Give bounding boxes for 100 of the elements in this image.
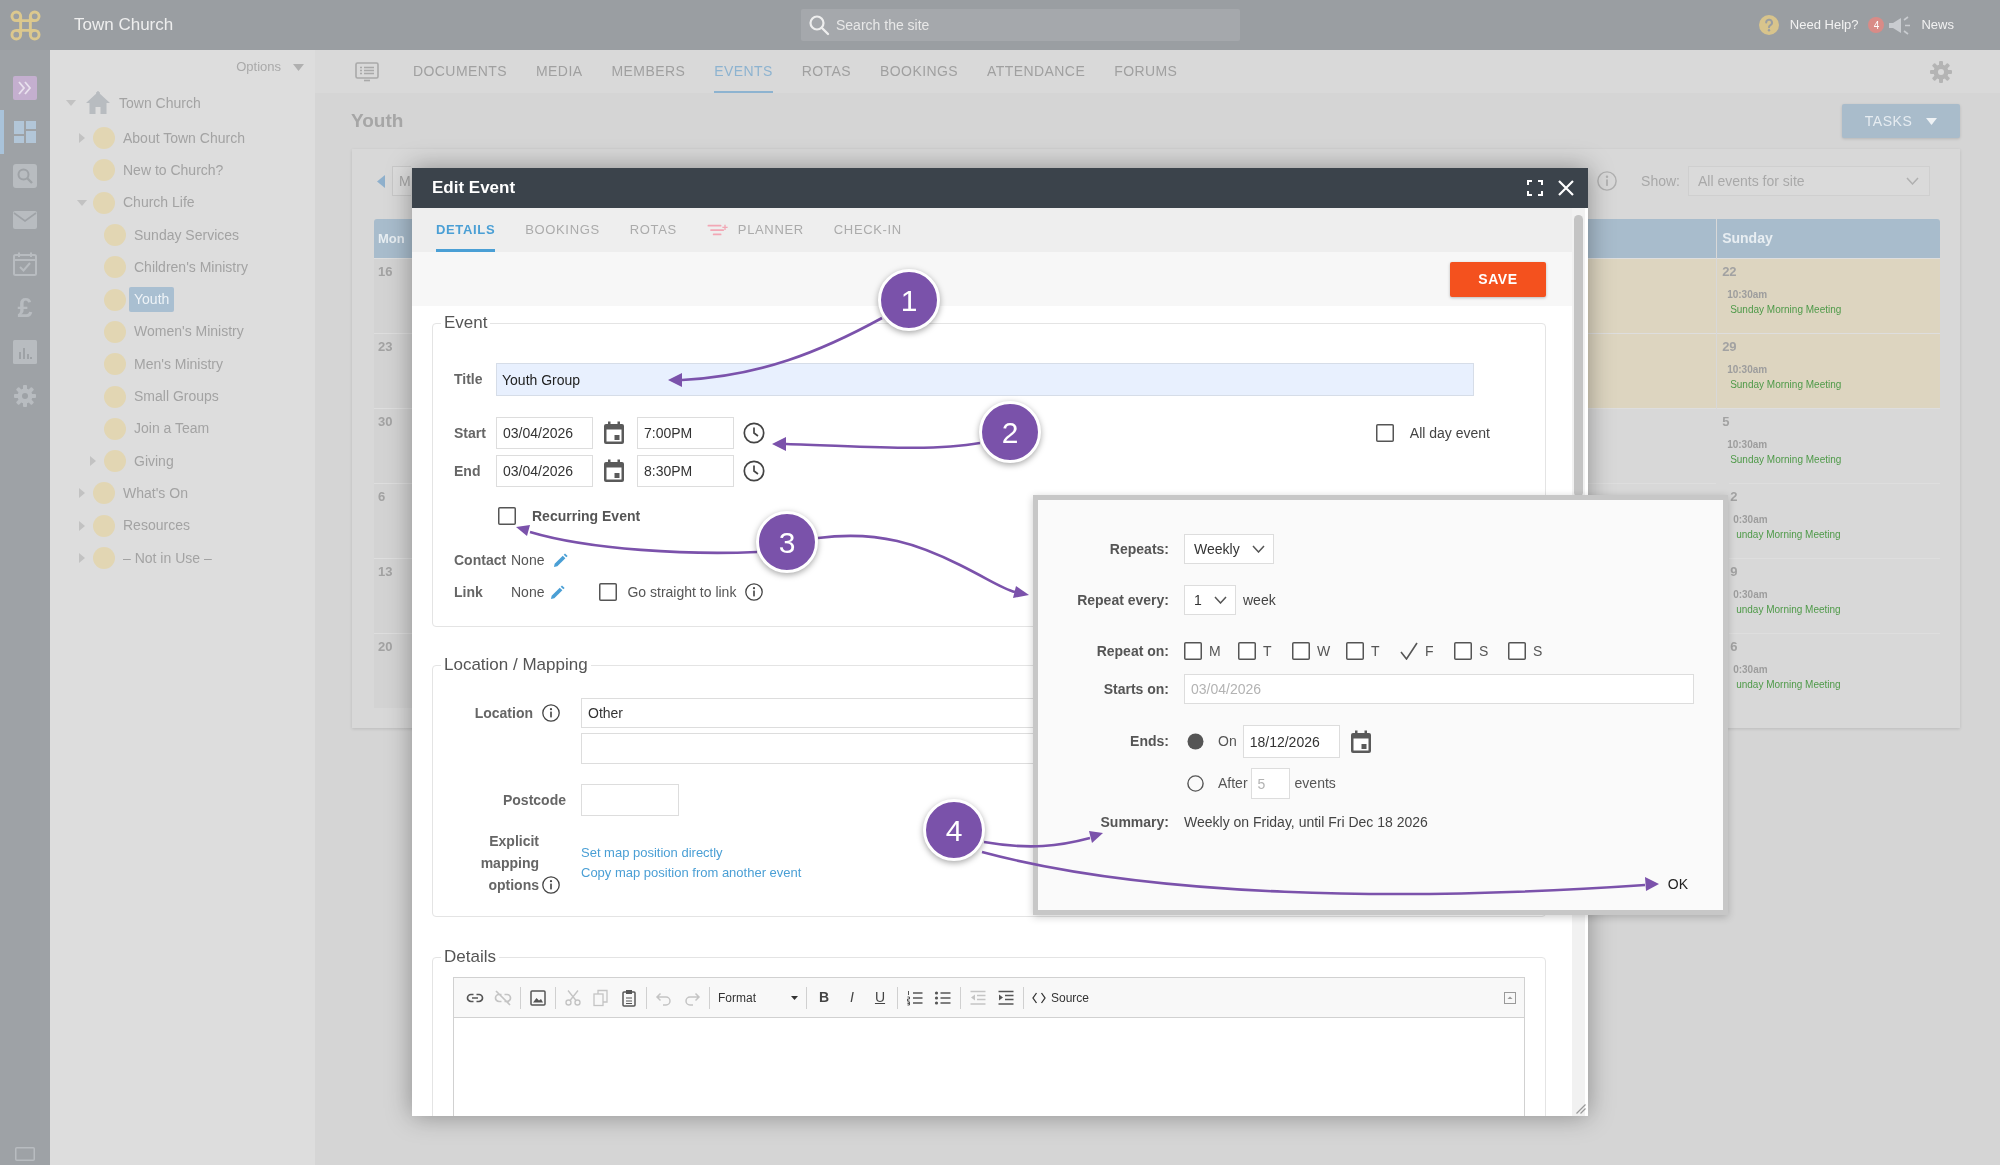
paste-icon[interactable] bbox=[620, 988, 638, 1007]
tree-item[interactable]: – Not in Use – bbox=[123, 547, 212, 569]
location-field[interactable]: Other bbox=[581, 698, 1034, 728]
interval-dropdown[interactable]: 1 bbox=[1184, 585, 1236, 615]
tab[interactable]: CHECK-IN bbox=[833, 208, 902, 252]
panel-icon[interactable] bbox=[15, 1147, 35, 1161]
pencil-icon[interactable] bbox=[550, 584, 566, 600]
event-title[interactable]: Sunday Morning Meeting bbox=[1730, 453, 1842, 467]
tree-item[interactable]: Join a Team bbox=[134, 418, 210, 440]
clock-icon[interactable] bbox=[743, 460, 765, 482]
tree-item[interactable]: Small Groups bbox=[134, 386, 219, 407]
tree-item[interactable]: Resources bbox=[123, 515, 190, 537]
indent-icon[interactable] bbox=[997, 988, 1015, 1007]
nav-tab[interactable]: EVENTS bbox=[714, 50, 773, 93]
event-title[interactable]: unday Morning Meeting bbox=[1736, 528, 1841, 542]
day-number: 22 bbox=[1722, 263, 1737, 281]
nav-tab[interactable]: FORUMS bbox=[1114, 50, 1178, 93]
checkbox[interactable] bbox=[1346, 642, 1364, 660]
event-title[interactable]: Sunday Morning Meeting bbox=[1730, 303, 1842, 317]
time-field[interactable]: 8:30PM bbox=[637, 455, 734, 487]
tree-item[interactable]: Youth bbox=[129, 287, 175, 313]
settings-icon[interactable] bbox=[1929, 59, 1953, 84]
expand-icon[interactable] bbox=[1527, 180, 1543, 196]
nav-tab[interactable]: ATTENDANCE bbox=[987, 50, 1086, 93]
date-field[interactable]: 18/12/2026 bbox=[1242, 725, 1340, 758]
maximize-icon[interactable] bbox=[1504, 991, 1516, 1004]
calendar-icon[interactable] bbox=[1349, 729, 1372, 754]
checkbox[interactable] bbox=[1292, 642, 1310, 660]
tree-item[interactable]: Men's Ministry bbox=[134, 353, 224, 375]
resize-grip-icon[interactable] bbox=[1576, 1104, 1586, 1114]
tree-item[interactable]: Women's Ministry bbox=[134, 321, 244, 343]
tree-item[interactable]: Children's Ministry bbox=[134, 256, 248, 278]
checkbox[interactable] bbox=[1400, 642, 1418, 660]
checkbox[interactable] bbox=[1508, 642, 1526, 660]
count-field[interactable]: 5 bbox=[1250, 768, 1290, 799]
clock-icon[interactable] bbox=[743, 422, 765, 444]
date-field[interactable]: 03/04/2026 bbox=[496, 455, 593, 487]
tab[interactable]: BOOKINGS bbox=[525, 208, 600, 252]
checkbox[interactable] bbox=[1454, 642, 1472, 660]
location-detail-field[interactable] bbox=[581, 733, 1034, 764]
help-icon[interactable] bbox=[1758, 15, 1779, 35]
tree-item[interactable]: Church Life bbox=[123, 192, 195, 214]
tasks-button[interactable]: TASKS bbox=[1842, 104, 1960, 138]
field-label: Contact bbox=[454, 550, 508, 570]
event-title[interactable]: unday Morning Meeting bbox=[1736, 678, 1841, 692]
tree-item[interactable]: New to Church? bbox=[123, 159, 224, 181]
link[interactable]: Copy map position from another event bbox=[581, 863, 802, 883]
list-icon[interactable] bbox=[355, 61, 379, 82]
help-link[interactable]: Need Help? bbox=[1789, 15, 1859, 35]
style-button[interactable]: B bbox=[815, 987, 833, 1008]
nav-tab[interactable]: ROTAS bbox=[801, 50, 852, 93]
info-icon[interactable] bbox=[542, 704, 560, 722]
numbered-list-icon[interactable] bbox=[906, 988, 924, 1007]
checkbox[interactable] bbox=[1375, 424, 1394, 442]
checkbox[interactable] bbox=[498, 507, 516, 525]
scrollbar[interactable] bbox=[1574, 215, 1583, 497]
style-button[interactable]: U bbox=[871, 987, 889, 1008]
tree-item[interactable]: About Town Church bbox=[123, 127, 245, 149]
format-dropdown[interactable]: Format bbox=[718, 988, 798, 1007]
image-icon[interactable] bbox=[529, 988, 547, 1007]
pencil-icon[interactable] bbox=[553, 552, 569, 568]
checkbox[interactable] bbox=[599, 583, 618, 601]
event-title[interactable]: Sunday Morning Meeting bbox=[1730, 378, 1842, 392]
logo[interactable] bbox=[9, 9, 41, 41]
nav-tab[interactable]: BOOKINGS bbox=[880, 50, 959, 93]
repeats-dropdown[interactable]: Weekly bbox=[1184, 534, 1274, 564]
tree-item[interactable]: Sunday Services bbox=[134, 224, 240, 246]
nav-tab[interactable]: DOCUMENTS bbox=[413, 50, 507, 93]
checkbox[interactable] bbox=[1238, 642, 1256, 660]
search-field[interactable]: Search the site bbox=[801, 9, 1240, 41]
tree-item[interactable]: Giving bbox=[134, 450, 174, 472]
event-title[interactable]: unday Morning Meeting bbox=[1736, 603, 1841, 617]
info-icon[interactable] bbox=[542, 876, 560, 894]
save-button[interactable]: SAVE bbox=[1450, 261, 1546, 297]
tab[interactable]: PLANNER bbox=[706, 208, 804, 252]
postcode-field[interactable] bbox=[581, 784, 679, 816]
rail-button[interactable]: £ bbox=[0, 286, 50, 330]
info-icon[interactable] bbox=[745, 583, 764, 601]
radio-button[interactable] bbox=[1187, 733, 1204, 750]
calendar-icon[interactable] bbox=[603, 421, 625, 445]
caret-left-icon[interactable] bbox=[377, 174, 385, 188]
time-field[interactable]: 7:00PM bbox=[637, 417, 734, 449]
news-link[interactable]: News bbox=[1921, 15, 1954, 35]
source-button[interactable]: Source bbox=[1032, 988, 1090, 1007]
style-button[interactable]: I bbox=[843, 987, 861, 1008]
checkbox[interactable] bbox=[1184, 642, 1202, 660]
tree-item[interactable]: What's On bbox=[123, 482, 188, 504]
tree-item[interactable]: Town Church bbox=[119, 92, 201, 114]
title-field[interactable]: Youth Group bbox=[496, 363, 1474, 396]
ok-button[interactable]: OK bbox=[1667, 874, 1688, 894]
bulleted-list-icon[interactable] bbox=[934, 988, 952, 1007]
tab[interactable]: ROTAS bbox=[629, 208, 677, 252]
link[interactable]: Set map position directly bbox=[581, 843, 723, 863]
date-field[interactable]: 03/04/2026 bbox=[496, 417, 593, 449]
calendar-icon[interactable] bbox=[603, 459, 625, 483]
radio-button[interactable] bbox=[1187, 775, 1204, 792]
event-time: 0:30am bbox=[1733, 663, 1768, 677]
nav-tab[interactable]: MEMBERS bbox=[611, 50, 686, 93]
nav-tab[interactable]: MEDIA bbox=[536, 50, 583, 93]
close-icon[interactable] bbox=[1557, 179, 1575, 197]
